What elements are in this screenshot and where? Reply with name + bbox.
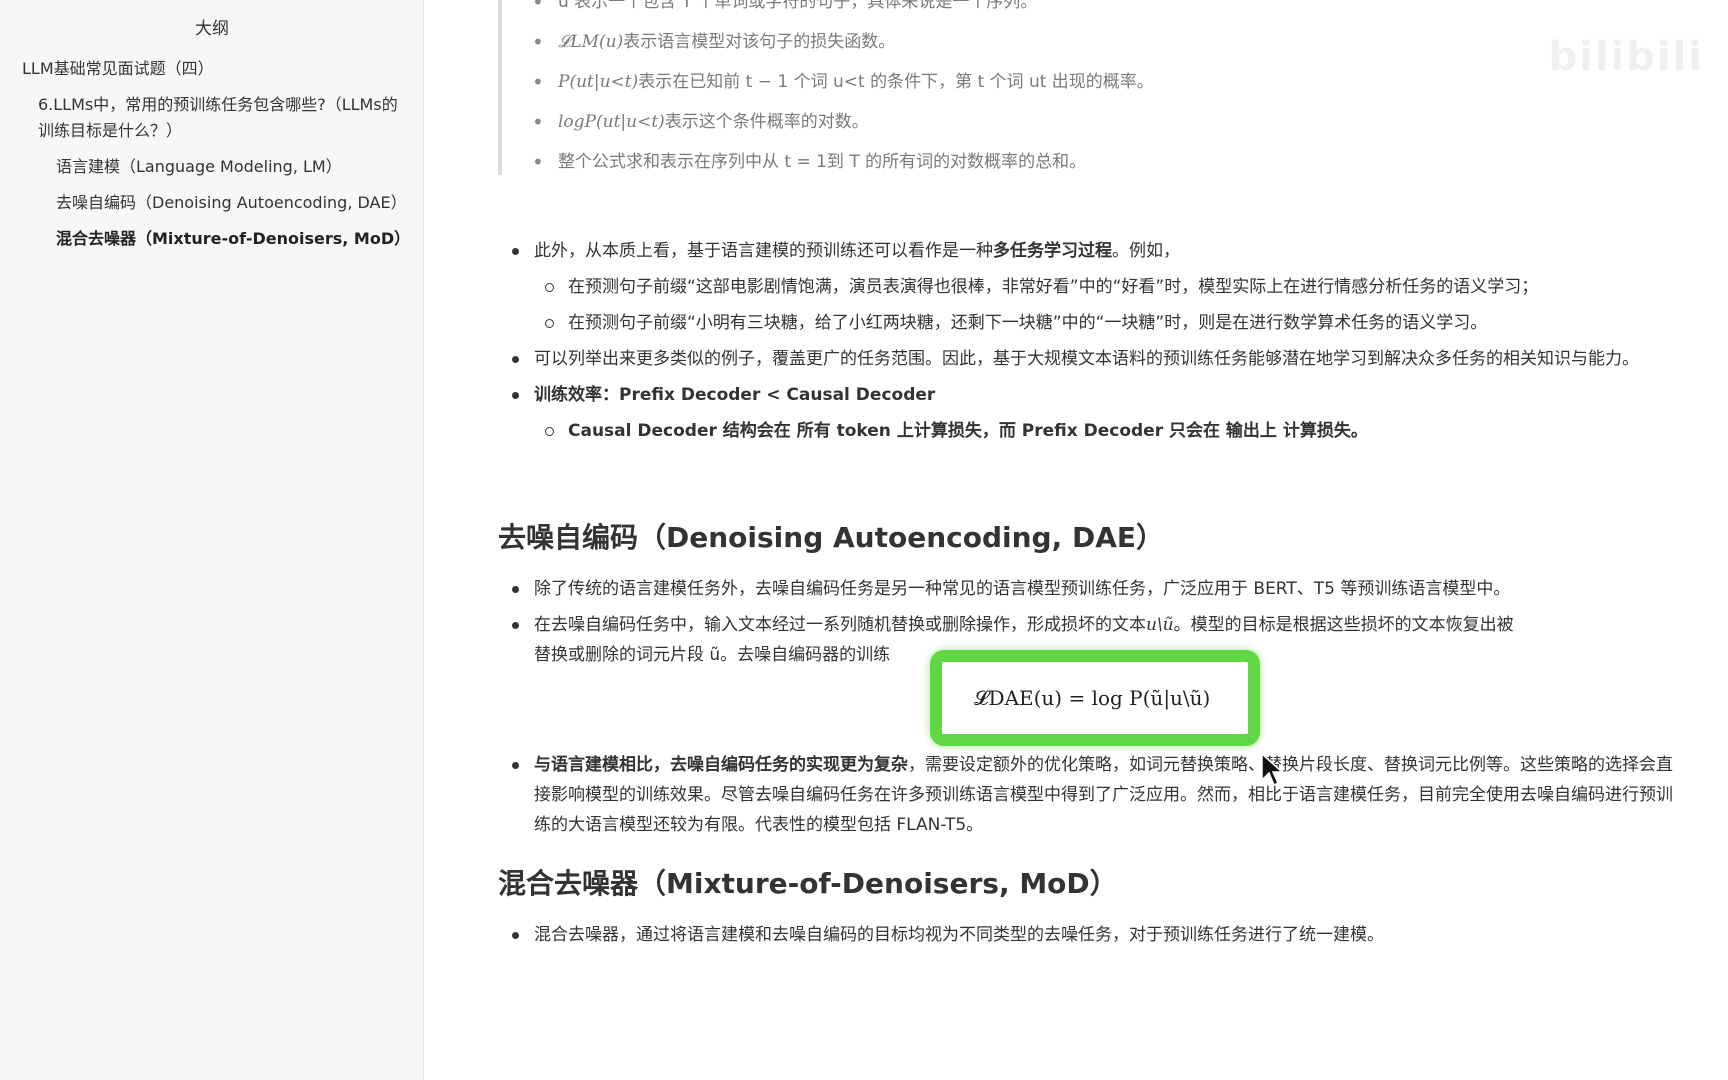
document-area: bilibili u 表示一个包含 T 个单词或字符的句子，具体来说是一个序列。… <box>424 0 1728 1080</box>
outline-item-pretraining-tasks[interactable]: 6.LLMs中，常用的预训练任务包含哪些?（LLMs的训练目标是什么？） <box>0 92 424 144</box>
quote-item-2: 𝓛LM(u)表示语言模型对该句子的损失函数。 <box>532 30 1198 54</box>
list-item: 除了传统的语言建模任务外，去噪自编码任务是另一种常见的语言模型预训练任务，广泛应… <box>498 574 1678 604</box>
heading-dae: 去噪自编码（Denoising Autoencoding, DAE） <box>498 521 1165 554</box>
outline-item-denoising-autoencoding[interactable]: 去噪自编码（Denoising Autoencoding, DAE） <box>0 190 424 216</box>
list-item: 可以列举出来更多类似的例子，覆盖更广的任务范围。因此，基于大规模文本语料的预训练… <box>498 344 1678 374</box>
outline-item-mixture-of-denoisers[interactable]: 混合去噪器（Mixture-of-Denoisers, MoD） <box>0 226 424 252</box>
quote-item-1: u 表示一个包含 T 个单词或字符的句子，具体来说是一个序列。 <box>532 0 1198 14</box>
outline-list: LLM基础常见面试题（四） 6.LLMs中，常用的预训练任务包含哪些?（LLMs… <box>0 56 424 262</box>
outline-sidebar: 大纲 LLM基础常见面试题（四） 6.LLMs中，常用的预训练任务包含哪些?（L… <box>0 0 424 1080</box>
blockquote: u 表示一个包含 T 个单词或字符的句子，具体来说是一个序列。 𝓛LM(u)表示… <box>498 0 1198 175</box>
list-item: 训练效率：Prefix Decoder < Causal Decoder <box>498 380 1678 410</box>
outline-item-language-modeling[interactable]: 语言建模（Language Modeling, LM） <box>0 154 424 180</box>
mod-bullets: 混合去噪器，通过将语言建模和去噪自编码的目标均视为不同类型的去噪任务，对于预训练… <box>498 920 1678 950</box>
list-item: 此外，从本质上看，基于语言建模的预训练还可以看作是一种多任务学习过程。例如， <box>498 236 1678 266</box>
mouse-cursor-icon <box>1261 752 1284 787</box>
outline-title: 大纲 <box>195 19 229 39</box>
quote-item-4: logP(ut|u<t)表示这个条件概率的对数。 <box>532 110 1198 134</box>
quote-item-3: P(ut|u<t)表示在已知前 t − 1 个词 u<t 的条件下，第 t 个词… <box>532 70 1198 94</box>
heading-mod: 混合去噪器（Mixture-of-Denoisers, MoD） <box>498 867 1118 900</box>
outline-item-llm-basics[interactable]: LLM基础常见面试题（四） <box>0 56 424 82</box>
list-item: 在预测句子前缀“这部电影剧情饱满，演员表演得也很棒，非常好看”中的“好看”时，模… <box>498 272 1678 302</box>
list-item: 在预测句子前缀“小明有三块糖，给了小红两块糖，还剩下一块糖”中的“一块糖”时，则… <box>498 308 1678 338</box>
lm-bullets: 此外，从本质上看，基于语言建模的预训练还可以看作是一种多任务学习过程。例如， 在… <box>498 236 1678 446</box>
list-item: 混合去噪器，通过将语言建模和去噪自编码的目标均视为不同类型的去噪任务，对于预训练… <box>498 920 1678 950</box>
watermark-logo: bilibili <box>1548 34 1704 80</box>
formula-highlight: 𝓛DAE(u) = log P(ũ|u\ũ) <box>930 650 1260 746</box>
dae-formula: 𝓛DAE(u) = log P(ũ|u\ũ) <box>974 686 1211 710</box>
quote-item-5: 整个公式求和表示在序列中从 t = 1到 T 的所有词的对数概率的总和。 <box>532 150 1198 174</box>
list-item: 与语言建模相比，去噪自编码任务的实现更为复杂，需要设定额外的优化策略，如词元替换… <box>498 750 1678 840</box>
dae-bullets-2: 与语言建模相比，去噪自编码任务的实现更为复杂，需要设定额外的优化策略，如词元替换… <box>498 750 1678 840</box>
list-item: Causal Decoder 结构会在 所有 token 上计算损失，而 Pre… <box>498 416 1678 446</box>
